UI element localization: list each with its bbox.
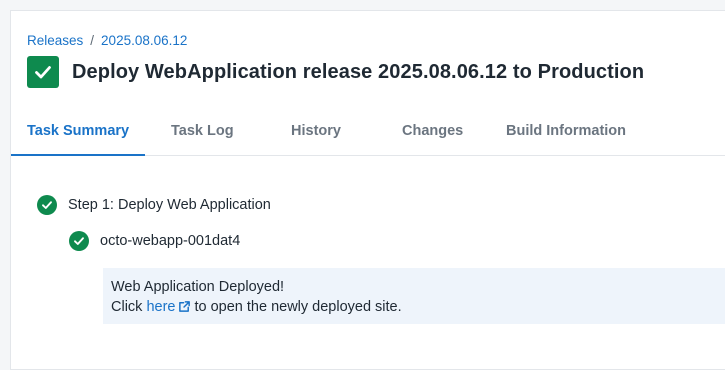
- deployed-site-link[interactable]: here: [146, 299, 194, 315]
- check-icon: [74, 237, 84, 245]
- tab-task-summary[interactable]: Task Summary: [11, 111, 146, 156]
- tab-build-information[interactable]: Build Information: [506, 111, 626, 154]
- tab-changes[interactable]: Changes: [402, 111, 463, 154]
- check-icon: [42, 201, 52, 209]
- task-card: Releases / 2025.08.06.12 Deploy WebApplica…: [10, 10, 725, 370]
- step-label: Step 1: Deploy Web Application: [68, 197, 271, 213]
- deployment-target-label: octo-webapp-001dat4: [100, 233, 241, 249]
- breadcrumb-release-link[interactable]: 2025.08.06.12: [101, 33, 187, 48]
- success-circle: [69, 231, 89, 251]
- breadcrumb: Releases / 2025.08.06.12: [27, 33, 187, 48]
- step-row[interactable]: Step 1: Deploy Web Application: [37, 195, 271, 215]
- message-suffix: to open the newly deployed site.: [194, 299, 402, 315]
- breadcrumb-separator: /: [90, 33, 95, 48]
- deployment-target-row[interactable]: octo-webapp-001dat4: [69, 231, 240, 251]
- external-link-icon[interactable]: [178, 300, 191, 313]
- breadcrumb-releases-link[interactable]: Releases: [27, 33, 83, 48]
- tab-task-log[interactable]: Task Log: [171, 111, 234, 154]
- output-message-box: Web Application Deployed! Click here to …: [103, 268, 725, 324]
- message-prefix: Click: [111, 299, 143, 315]
- success-status-badge: [27, 56, 59, 88]
- success-circle: [37, 195, 57, 215]
- tab-history[interactable]: History: [291, 111, 341, 154]
- page-header: Deploy WebApplication release 2025.08.06…: [27, 56, 644, 88]
- message-link-line: Click here to open the newly deployed si…: [111, 297, 725, 317]
- tab-bar: Task Summary Task Log History Changes Bu…: [11, 111, 725, 156]
- check-icon: [35, 66, 51, 79]
- message-line: Web Application Deployed!: [111, 279, 285, 295]
- deployed-site-link-text[interactable]: here: [146, 299, 175, 315]
- page-title: Deploy WebApplication release 2025.08.06…: [72, 60, 645, 83]
